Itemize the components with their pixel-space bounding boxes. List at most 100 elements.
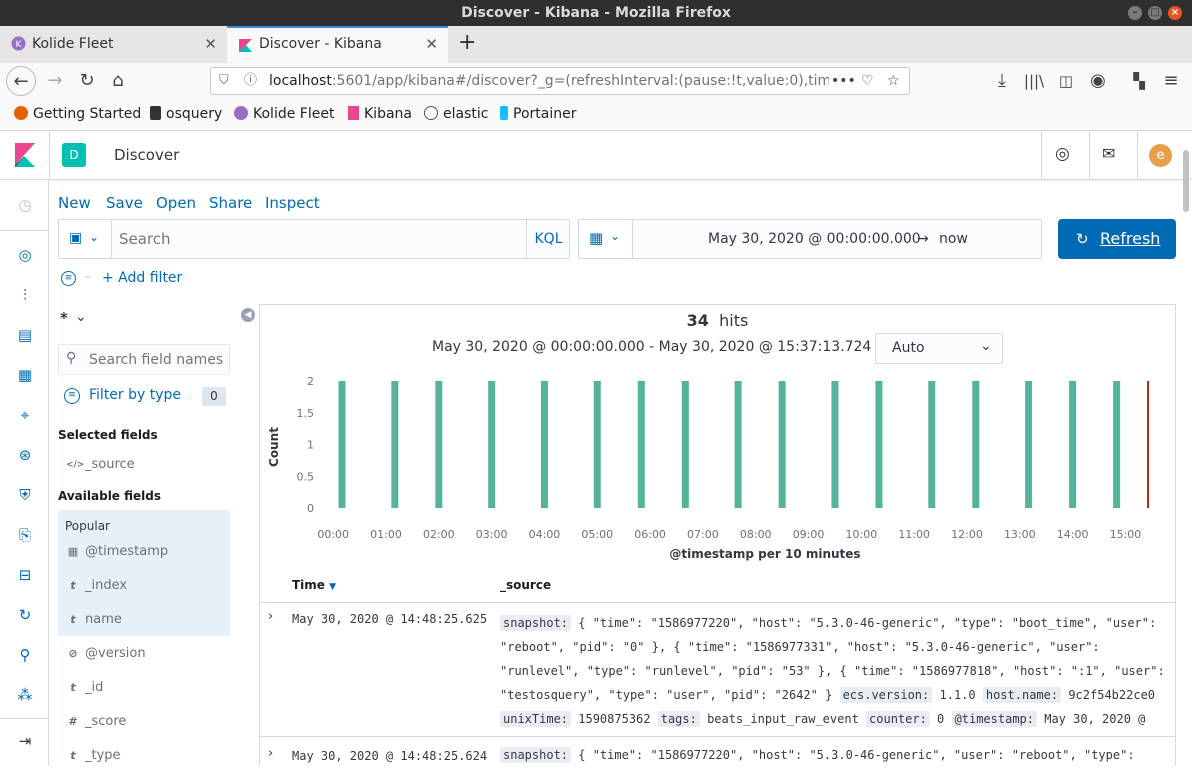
filter-by-type-button[interactable]: Filter by type: [89, 387, 181, 403]
kql-toggle[interactable]: KQL: [526, 220, 570, 258]
quick-select-button[interactable]: ▦ ⌄: [579, 220, 633, 258]
user-avatar[interactable]: e: [1149, 144, 1172, 167]
info-icon: ⓘ: [244, 73, 258, 88]
bookmark-kolide-fleet[interactable]: Kolide Fleet: [234, 106, 334, 122]
field-id[interactable]: t _id: [58, 671, 230, 705]
window-title: Discover - Kibana - Mozilla Firefox: [461, 5, 731, 21]
index-pattern[interactable]: *: [60, 309, 68, 327]
bookmark-elastic[interactable]: elastic: [424, 106, 488, 122]
field-name[interactable]: t name: [58, 603, 230, 637]
reload-icon[interactable]: ↻: [72, 66, 102, 96]
filter-options-icon[interactable]: ≡: [61, 271, 76, 286]
field-source[interactable]: </> _source: [58, 448, 230, 482]
expand-row-icon[interactable]: ›: [268, 746, 273, 761]
new-link[interactable]: New: [58, 194, 91, 212]
kolide-icon: [234, 106, 248, 120]
interval-select[interactable]: Auto ⌄: [875, 333, 1003, 364]
recently-viewed-icon[interactable]: ◷: [16, 196, 34, 214]
kibana-logo-icon[interactable]: [15, 143, 35, 167]
discover-compass-icon[interactable]: ◎: [16, 246, 34, 264]
back-icon[interactable]: ←: [6, 66, 36, 96]
bookmark-star-icon[interactable]: ☆: [887, 68, 900, 94]
dev-tools-icon[interactable]: ⚲: [16, 646, 34, 664]
field-timestamp[interactable]: ▦ @timestamp: [58, 535, 230, 569]
maps-icon[interactable]: ⌖: [16, 406, 34, 424]
refresh-button[interactable]: ↻ Refresh: [1058, 219, 1176, 259]
close-tab-icon[interactable]: ✕: [425, 28, 438, 61]
x-tick-label: 13:00: [1004, 528, 1036, 541]
open-link[interactable]: Open: [156, 194, 196, 212]
date-arrow-icon: →: [917, 231, 929, 247]
y-tick-label: 0.5: [297, 470, 315, 483]
bookmark-getting-started[interactable]: Getting Started: [14, 106, 141, 122]
saved-query-button[interactable]: ▣ ⌄: [59, 220, 112, 258]
kibana-icon: [239, 39, 252, 52]
page-scrollbar[interactable]: [1183, 150, 1189, 212]
save-link[interactable]: Save: [106, 194, 143, 212]
field-index[interactable]: t _index: [58, 569, 230, 603]
end-date[interactable]: now: [939, 231, 968, 247]
share-link[interactable]: Share: [209, 194, 252, 212]
collapse-nav-icon[interactable]: ⇥: [16, 732, 34, 750]
logs-icon[interactable]: ⎘: [16, 526, 34, 544]
field-search-input[interactable]: [89, 350, 225, 370]
tab-kolide-fleet[interactable]: K Kolide Fleet ✕: [0, 26, 227, 63]
ml-icon[interactable]: ⊛: [16, 446, 34, 464]
inspect-link[interactable]: Inspect: [265, 194, 320, 212]
field-score[interactable]: # _score: [58, 705, 230, 739]
popular-heading: Popular: [65, 519, 110, 533]
refresh-label: Refresh: [1100, 229, 1161, 248]
sidebar-icon[interactable]: ◫: [1051, 66, 1081, 96]
x-tick-label: 01:00: [370, 528, 402, 541]
dashboard-icon[interactable]: ▤: [16, 326, 34, 344]
y-tick-label: 1: [307, 439, 314, 452]
kibana-header: D Discover ◎ ✉ e: [0, 131, 1192, 180]
visualize-icon[interactable]: ⫶: [16, 286, 34, 304]
graph-icon[interactable]: ⁂: [16, 686, 34, 704]
x-tick-label: 15:00: [1110, 528, 1142, 541]
url-bar[interactable]: ⛉ ⓘ localhost:5601/app/kibana#/discover?…: [210, 67, 910, 95]
pocket-icon[interactable]: ♡: [861, 68, 874, 94]
table-row[interactable]: › May 30, 2020 @ 14:48:25.625 snapshot: …: [260, 603, 1175, 737]
download-icon[interactable]: ⤓: [987, 66, 1017, 96]
add-filter-link[interactable]: + Add filter: [102, 270, 182, 286]
bookmark-osquery[interactable]: osquery: [150, 106, 222, 122]
histogram-bar: [338, 381, 346, 508]
maximize-icon[interactable]: □: [1148, 6, 1162, 20]
bookmark-portainer[interactable]: Portainer: [500, 106, 576, 122]
account-icon[interactable]: ◉: [1083, 66, 1113, 96]
bookmark-kibana[interactable]: Kibana: [348, 106, 412, 122]
search-input[interactable]: [119, 227, 509, 251]
extensions-icon[interactable]: ▚: [1124, 66, 1154, 96]
field-version[interactable]: ⊘ @version: [58, 637, 230, 671]
collapse-sidebar-icon[interactable]: ◀: [241, 308, 255, 322]
expand-row-icon[interactable]: ›: [268, 609, 273, 624]
table-row[interactable]: › May 30, 2020 @ 14:48:25.624 snapshot: …: [260, 738, 1175, 768]
filter-type-icon: ≡: [64, 388, 80, 404]
help-icon[interactable]: ◎: [1055, 144, 1070, 164]
home-icon[interactable]: ⌂: [103, 66, 133, 96]
close-window-icon[interactable]: ×: [1168, 6, 1182, 20]
x-tick-label: 02:00: [423, 528, 455, 541]
infrastructure-icon[interactable]: ⊟: [16, 566, 34, 584]
tab-discover-kibana[interactable]: Discover - Kibana ✕: [227, 26, 448, 63]
forward-icon[interactable]: →: [40, 66, 70, 96]
close-tab-icon[interactable]: ✕: [204, 26, 217, 63]
field-type[interactable]: t _type: [58, 739, 230, 773]
siem-icon[interactable]: ⛨: [16, 486, 34, 504]
menu-icon[interactable]: ≡: [1156, 66, 1186, 96]
index-pattern-chevron-icon[interactable]: ⌄: [75, 309, 87, 325]
uptime-icon[interactable]: ↻: [16, 606, 34, 624]
canvas-icon[interactable]: ▦: [16, 366, 34, 384]
library-icon[interactable]: |||\: [1019, 66, 1049, 96]
time-column-header[interactable]: Time ▼: [292, 578, 336, 592]
new-tab-icon[interactable]: +: [458, 30, 476, 55]
minimize-icon[interactable]: –: [1128, 6, 1142, 20]
x-tick-label: 11:00: [898, 528, 930, 541]
page-actions-icon[interactable]: •••: [831, 68, 856, 94]
navigation-bar: ← → ↻ ⌂ ⛉ ⓘ localhost:5601/app/kibana#/d…: [0, 63, 1192, 100]
start-date[interactable]: May 30, 2020 @ 00:00:00.000: [708, 231, 921, 247]
newsfeed-icon[interactable]: ✉: [1102, 144, 1115, 163]
space-avatar[interactable]: D: [62, 143, 86, 167]
bookmarks-toolbar: Getting Started osquery Kolide Fleet Kib…: [0, 100, 1192, 131]
